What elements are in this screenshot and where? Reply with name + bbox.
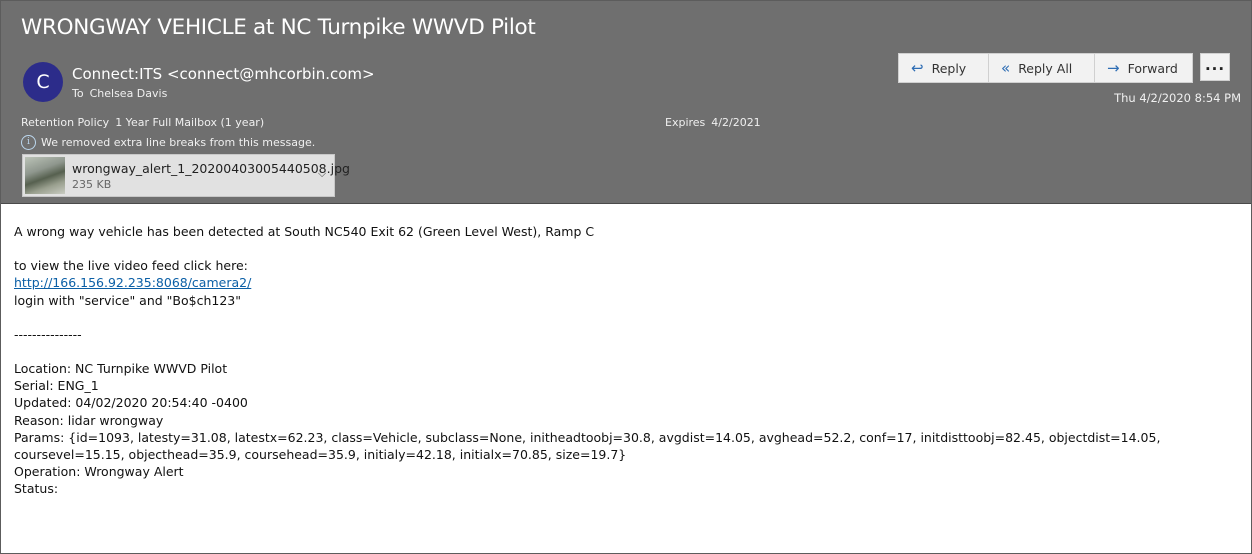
body-params-2: coursevel=15.15, objecthead=35.9, course… [14, 447, 627, 463]
body-params-1: Params: {id=1093, latesty=31.08, latestx… [14, 429, 1161, 445]
retention-label: Retention Policy [21, 116, 110, 129]
expires: Expires 4/2/2021 [665, 116, 761, 129]
expires-value: 4/2/2021 [711, 116, 761, 129]
retention-value: 1 Year Full Mailbox (1 year) [115, 116, 265, 129]
attachment-thumbnail[interactable] [25, 157, 65, 194]
to-label: To [72, 87, 84, 100]
reply-label: Reply [931, 60, 967, 76]
reply-arrow-icon: ↩ [911, 58, 924, 77]
email-header: WRONGWAY VEHICLE at NC Turnpike WWVD Pil… [1, 1, 1251, 204]
body-operation: Operation: Wrongway Alert [14, 464, 184, 480]
body-video-line: to view the live video feed click here: [14, 258, 248, 274]
body-login-line: login with "service" and "Bo$ch123" [14, 292, 241, 308]
sender-avatar[interactable]: C [23, 62, 63, 102]
recipient-name[interactable]: Chelsea Davis [90, 87, 168, 100]
more-actions-button[interactable]: ... [1200, 53, 1230, 81]
attachment-filename[interactable]: wrongway_alert_1_20200403005440508.jpg [72, 161, 350, 176]
attachment-size: 235 KB [72, 178, 112, 191]
email-body: A wrong way vehicle has been detected at… [14, 223, 1234, 498]
forward-label: Forward [1127, 60, 1178, 76]
body-divider: --------------- [14, 326, 82, 342]
recipient-line: To Chelsea Davis [72, 87, 173, 100]
chevron-down-icon[interactable]: ⌵ [314, 165, 330, 181]
reply-all-arrow-icon: « [1001, 58, 1011, 77]
body-serial: Serial: ENG_1 [14, 378, 99, 394]
forward-button[interactable]: → Forward [1095, 54, 1192, 82]
sender-name[interactable]: Connect:ITS <connect@mhcorbin.com> [72, 65, 375, 83]
reply-all-button[interactable]: « Reply All [989, 54, 1095, 82]
body-updated: Updated: 04/02/2020 20:54:40 -0400 [14, 395, 248, 411]
forward-arrow-icon: → [1107, 58, 1120, 77]
reply-button[interactable]: ↩ Reply [899, 54, 989, 82]
response-actions: ↩ Reply « Reply All → Forward [898, 53, 1193, 83]
info-notice: i We removed extra line breaks from this… [21, 134, 315, 150]
info-circle-icon: i [21, 134, 36, 150]
attachment-card[interactable]: wrongway_alert_1_20200403005440508.jpg 2… [22, 154, 350, 197]
email-reading-pane: WRONGWAY VEHICLE at NC Turnpike WWVD Pil… [0, 0, 1252, 554]
expires-label: Expires [665, 116, 706, 129]
body-detection-line: A wrong way vehicle has been detected at… [14, 224, 595, 239]
sent-date: Thu 4/2/2020 8:54 PM [1114, 91, 1241, 105]
body-reason: Reason: lidar wrongway [14, 412, 164, 428]
info-notice-text: We removed extra line breaks from this m… [41, 135, 316, 149]
body-status: Status: [14, 481, 59, 497]
email-subject: WRONGWAY VEHICLE at NC Turnpike WWVD Pil… [21, 15, 536, 40]
body-location: Location: NC Turnpike WWVD Pilot [14, 361, 228, 377]
retention-policy: Retention Policy 1 Year Full Mailbox (1 y… [21, 116, 264, 129]
video-feed-link[interactable]: http://166.156.92.235:8068/camera2/ [14, 275, 251, 290]
reply-all-label: Reply All [1018, 60, 1073, 76]
